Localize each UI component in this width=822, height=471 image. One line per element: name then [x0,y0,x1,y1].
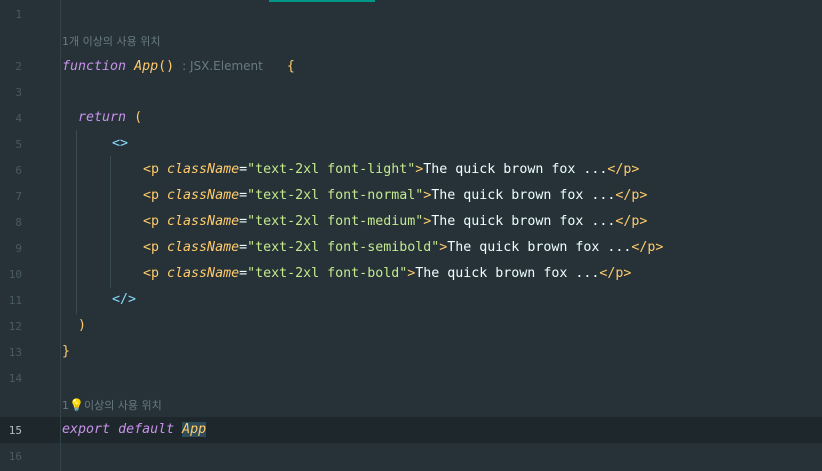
line-number: 3 [15,86,22,99]
fragment-open: <> [112,136,129,151]
fragment-close: </> [112,292,137,307]
code-line-5[interactable]: <> [112,136,128,152]
attribute-name: className [167,240,240,255]
code-line-13[interactable]: } [62,344,70,360]
usages-count: 1 [62,399,69,412]
attribute-name: className [167,188,240,203]
line-number: 2 [15,60,22,73]
keyword-function: function [62,59,127,74]
equals: = [239,214,248,229]
equals: = [239,266,248,281]
jsx-text: The quick brown fox ... [447,240,632,255]
line-number: 1 [15,8,22,21]
code-line-7[interactable]: <p className="text-2xl font-normal">The … [143,188,647,204]
code-line-10[interactable]: <p className="text-2xl font-bold">The qu… [143,266,631,282]
code-line-2[interactable]: function App() : JSX.Element { [62,58,295,75]
indent-guide [110,156,111,288]
line-number: 4 [15,112,22,125]
tag-end: </p> [631,240,664,255]
attribute-value: "text-2xl font-bold" [247,266,408,281]
line-number: 12 [8,320,22,333]
tag-open: <p [143,188,160,203]
code-line-15[interactable]: export default App [62,422,207,438]
tag-end: </p> [615,188,648,203]
open-brace: { [286,59,295,74]
attribute-value: "text-2xl font-medium" [247,214,424,229]
attribute-name: className [167,214,240,229]
usages-hint-bottom[interactable]: 1💡이상의 사용 위치 [62,397,162,413]
line-number: 16 [8,450,22,463]
line-number: 9 [15,242,22,255]
keyword-export: export [62,422,111,437]
usages-label: 이상의 사용 위치 [83,399,162,412]
equals: = [239,240,248,255]
open-paren: ( [134,110,143,125]
code-line-9[interactable]: <p className="text-2xl font-semibold">Th… [143,240,663,256]
export-identifier[interactable]: App [182,422,207,437]
line-number-current: 15 [8,424,22,437]
attribute-value: "text-2xl font-light" [247,162,416,177]
jsx-text: The quick brown fox ... [431,188,616,203]
return-type-hint: : JSX.Element [182,59,263,73]
close-paren: ) [78,318,87,333]
attribute-name: className [167,162,240,177]
indent-guide [76,130,77,314]
tag-open: <p [143,266,160,281]
keyword-return: return [78,110,127,125]
line-number: 7 [15,190,22,203]
line-number: 5 [15,138,22,151]
attribute-value: "text-2xl font-semibold" [247,240,440,255]
line-number: 13 [8,346,22,359]
attribute-name: className [167,266,240,281]
active-tab-indicator [269,0,375,2]
line-number: 6 [15,164,22,177]
code-line-8[interactable]: <p className="text-2xl font-medium">The … [143,214,647,230]
line-number: 10 [8,268,22,281]
lightbulb-icon[interactable]: 💡 [69,398,84,412]
code-line-6[interactable]: <p className="text-2xl font-light">The q… [143,162,639,178]
line-number: 8 [15,216,22,229]
code-line-12[interactable]: ) [78,318,86,334]
code-line-11[interactable]: </> [112,292,136,308]
tag-end: </p> [607,162,640,177]
equals: = [239,188,248,203]
tag-open: <p [143,214,160,229]
jsx-text: The quick brown fox ... [423,162,608,177]
code-line-4[interactable]: return ( [78,110,142,126]
gutter-separator [60,0,61,471]
jsx-text: The quick brown fox ... [415,266,600,281]
close-brace: } [62,344,71,359]
keyword-default: default [118,422,175,437]
tag-open: <p [143,240,160,255]
jsx-text: The quick brown fox ... [431,214,616,229]
line-number: 11 [8,294,22,307]
equals: = [239,162,248,177]
line-number: 14 [8,372,22,385]
usages-hint[interactable]: 1개 이상의 사용 위치 [62,33,160,49]
tag-end: </p> [615,214,648,229]
parens: () [158,59,175,74]
function-name[interactable]: App [134,59,158,74]
tag-end: </p> [599,266,632,281]
tag-open: <p [143,162,160,177]
attribute-value: "text-2xl font-normal" [247,188,424,203]
